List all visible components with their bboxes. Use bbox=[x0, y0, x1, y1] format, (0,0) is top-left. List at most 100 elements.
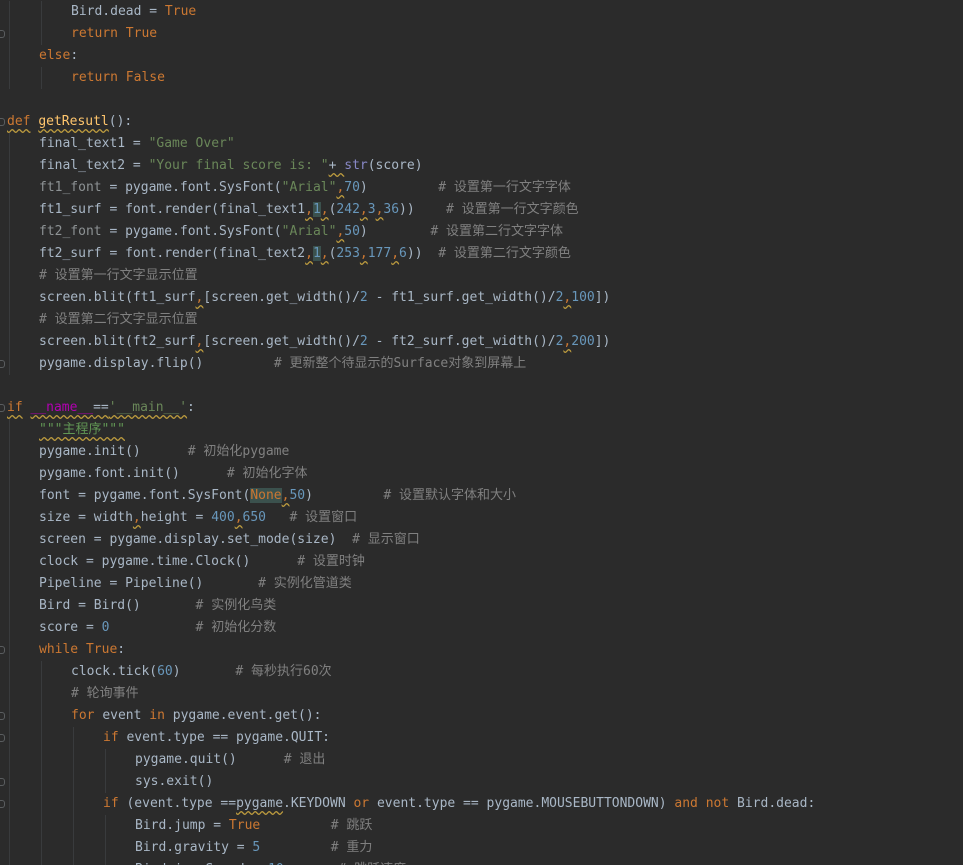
code-text: score = 0 # 初始化分数 bbox=[39, 617, 276, 639]
code-token: ft1_surf = font.render(final_text1 bbox=[39, 202, 306, 217]
code-token: ft1_font bbox=[39, 180, 102, 195]
code-line[interactable]: clock = pygame.time.Clock() # 设置时钟 bbox=[0, 551, 963, 573]
code-token: event bbox=[102, 708, 150, 723]
code-line[interactable]: if event.type == pygame.QUIT: bbox=[0, 727, 963, 749]
code-line[interactable]: else: bbox=[0, 45, 963, 67]
code-line[interactable] bbox=[0, 89, 963, 111]
code-text: ft2_font = pygame.font.SysFont("Arial",5… bbox=[39, 221, 563, 243]
code-token: 50 bbox=[289, 488, 306, 503]
indent-guide bbox=[73, 749, 74, 771]
code-line[interactable]: final_text1 = "Game Over" bbox=[0, 133, 963, 155]
code-line[interactable]: Bird.gravity = 5 # 重力 bbox=[0, 837, 963, 859]
code-token: True bbox=[164, 4, 197, 19]
code-token: height = bbox=[140, 510, 212, 525]
code-line[interactable]: pygame.init() # 初始化pygame bbox=[0, 441, 963, 463]
code-token: [screen.get_width()/ bbox=[203, 290, 360, 305]
code-line[interactable]: if (event.type ==pygame.KEYDOWN or event… bbox=[0, 793, 963, 815]
code-line[interactable]: score = 0 # 初始化分数 bbox=[0, 617, 963, 639]
code-line[interactable] bbox=[0, 375, 963, 397]
indent-guide bbox=[105, 771, 106, 793]
indent-guide bbox=[105, 859, 106, 865]
code-token: clock.tick( bbox=[71, 664, 158, 679]
indent-guide bbox=[9, 595, 10, 617]
code-token: return bbox=[71, 26, 126, 41]
code-token: # 设置第一行文字字体 bbox=[438, 180, 571, 195]
code-text: """主程序""" bbox=[39, 419, 125, 441]
code-line[interactable]: def getResutl(): bbox=[0, 111, 963, 133]
indent-guide bbox=[9, 683, 10, 705]
code-token: "Game Over" bbox=[148, 136, 235, 151]
code-line[interactable]: # 设置第一行文字显示位置 bbox=[0, 265, 963, 287]
code-line[interactable]: return False bbox=[0, 67, 963, 89]
indent-guide bbox=[9, 331, 10, 353]
code-line[interactable]: ft2_font = pygame.font.SysFont("Arial",5… bbox=[0, 221, 963, 243]
code-line[interactable]: ft1_font = pygame.font.SysFont("Arial",7… bbox=[0, 177, 963, 199]
code-line[interactable]: screen.blit(ft1_surf,[screen.get_width()… bbox=[0, 287, 963, 309]
code-token: final_text1 = bbox=[39, 136, 149, 151]
code-line[interactable]: pygame.display.flip() # 更新整个待显示的Surface对… bbox=[0, 353, 963, 375]
code-text: pygame.display.flip() # 更新整个待显示的Surface对… bbox=[39, 353, 526, 375]
indent-guide bbox=[9, 309, 10, 331]
code-token: screen.blit(ft2_surf bbox=[39, 334, 196, 349]
code-line[interactable]: Bird.jump = True # 跳跃 bbox=[0, 815, 963, 837]
code-token: "Arial" bbox=[281, 180, 337, 195]
code-line[interactable]: Bird.jumpSpeed = 10 # 跳跃速度 bbox=[0, 859, 963, 865]
code-editor[interactable]: Bird.dead = True return True else: return F… bbox=[0, 0, 963, 865]
indent-guide bbox=[41, 23, 42, 45]
code-token: pygame.font.init() bbox=[39, 466, 227, 481]
code-token: 400 bbox=[211, 510, 235, 525]
code-token: 3 bbox=[367, 202, 376, 217]
code-token: return bbox=[71, 70, 126, 85]
code-text: Bird.jumpSpeed = 10 # 跳跃速度 bbox=[135, 859, 406, 865]
code-token: 242 bbox=[336, 202, 360, 217]
indent-guide bbox=[41, 837, 42, 859]
indent-guide bbox=[9, 221, 10, 243]
code-line[interactable]: # 轮询事件 bbox=[0, 683, 963, 705]
code-line[interactable]: for event in pygame.event.get(): bbox=[0, 705, 963, 727]
code-line[interactable]: final_text2 = "Your final score is: "+ s… bbox=[0, 155, 963, 177]
code-text: Bird = Bird() # 实例化鸟类 bbox=[39, 595, 276, 617]
code-line[interactable]: ft2_surf = font.render(final_text2,1,(25… bbox=[0, 243, 963, 265]
code-text: Bird.gravity = 5 # 重力 bbox=[135, 837, 372, 859]
code-line[interactable]: return True bbox=[0, 23, 963, 45]
code-token: 60 bbox=[157, 664, 173, 679]
code-text: else: bbox=[39, 45, 78, 67]
code-line[interactable]: pygame.quit() # 退出 bbox=[0, 749, 963, 771]
code-token: # 更新整个待显示的Surface对象到屏幕上 bbox=[273, 356, 527, 371]
code-token: # 轮询事件 bbox=[71, 686, 139, 701]
code-line[interactable]: pygame.font.init() # 初始化字体 bbox=[0, 463, 963, 485]
indent-guide bbox=[73, 771, 74, 793]
code-text: if (event.type ==pygame.KEYDOWN or event… bbox=[103, 793, 815, 815]
indent-guide bbox=[41, 661, 42, 683]
code-token: [screen.get_width()/ bbox=[203, 334, 360, 349]
indent-guide bbox=[9, 485, 10, 507]
code-line[interactable]: Pipeline = Pipeline() # 实例化管道类 bbox=[0, 573, 963, 595]
code-line[interactable]: clock.tick(60) # 每秒执行60次 bbox=[0, 661, 963, 683]
indent-guide bbox=[105, 815, 106, 837]
code-token: + bbox=[328, 158, 345, 173]
code-token: score = bbox=[39, 620, 102, 635]
code-line[interactable]: Bird.dead = True bbox=[0, 1, 963, 23]
code-token: True bbox=[85, 642, 118, 657]
indent-guide bbox=[41, 683, 42, 705]
code-token: ) bbox=[172, 664, 236, 679]
code-lines[interactable]: Bird.dead = True return True else: return F… bbox=[0, 1, 963, 865]
code-line[interactable]: while True: bbox=[0, 639, 963, 661]
code-line[interactable]: # 设置第二行文字显示位置 bbox=[0, 309, 963, 331]
code-line[interactable]: sys.exit() bbox=[0, 771, 963, 793]
code-token: , bbox=[305, 202, 313, 217]
code-token: True bbox=[228, 818, 261, 833]
code-line[interactable]: if __name__=='__main__': bbox=[0, 397, 963, 419]
code-token: (score) bbox=[367, 158, 423, 173]
code-line[interactable]: screen.blit(ft2_surf,[screen.get_width()… bbox=[0, 331, 963, 353]
indent-guide bbox=[9, 353, 10, 375]
code-line[interactable]: ft1_surf = font.render(final_text1,1,(24… bbox=[0, 199, 963, 221]
code-line[interactable]: font = pygame.font.SysFont(None,50) # 设置… bbox=[0, 485, 963, 507]
code-text: for event in pygame.event.get(): bbox=[71, 705, 321, 727]
code-line[interactable]: size = width,height = 400,650 # 设置窗口 bbox=[0, 507, 963, 529]
code-line[interactable]: Bird = Bird() # 实例化鸟类 bbox=[0, 595, 963, 617]
code-line[interactable]: """主程序""" bbox=[0, 419, 963, 441]
code-token: , bbox=[234, 510, 243, 525]
code-line[interactable]: screen = pygame.display.set_mode(size) #… bbox=[0, 529, 963, 551]
